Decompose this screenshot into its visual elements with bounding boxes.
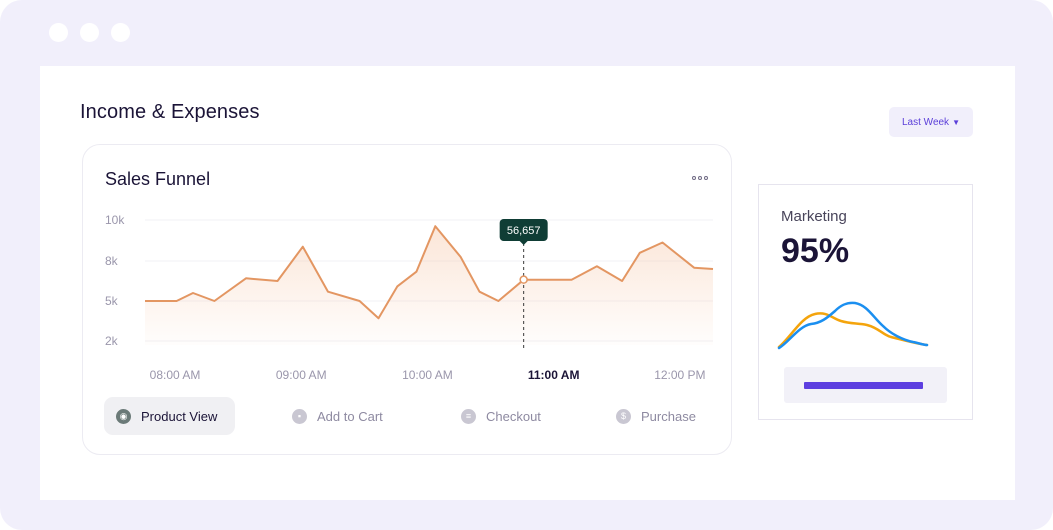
receipt-icon: ≡	[461, 408, 476, 424]
legend-product-view[interactable]: ◉ Product View	[104, 397, 235, 435]
x-tick-label: 12:00 PM	[654, 368, 705, 382]
y-tick-label: 5k	[105, 294, 119, 308]
dashboard-panel: Income & Expenses Last Week ▼ Sales Funn…	[40, 66, 1015, 500]
window-dot-2	[80, 23, 99, 42]
series-area	[145, 226, 713, 345]
orange-curve	[777, 312, 929, 349]
y-tick-label: 8k	[105, 254, 119, 268]
y-tick-label: 2k	[105, 334, 119, 348]
tooltip-point	[519, 275, 528, 284]
legend-checkout[interactable]: ≡ Checkout	[461, 397, 541, 435]
legend-label: Product View	[141, 408, 218, 424]
legend-label: Purchase	[641, 408, 696, 424]
caret-down-icon: ▼	[952, 117, 960, 127]
browser-window: Income & Expenses Last Week ▼ Sales Funn…	[0, 0, 1053, 530]
eye-icon: ◉	[116, 408, 131, 424]
x-tick-label: 08:00 AM	[150, 368, 201, 382]
legend-label: Add to Cart	[317, 408, 383, 424]
tooltip-value: 56,657	[507, 225, 541, 237]
window-dot-1	[49, 23, 68, 42]
marketing-progress-track	[784, 367, 947, 403]
x-tick-label: 09:00 AM	[276, 368, 327, 382]
y-tick-label: 10k	[105, 213, 125, 227]
marketing-sparkline	[777, 301, 929, 350]
x-tick-label: 10:00 AM	[402, 368, 453, 382]
legend-add-to-cart[interactable]: ▪ Add to Cart	[292, 397, 383, 435]
bag-icon: ▪	[292, 408, 307, 424]
marketing-card: Marketing 95%	[758, 184, 973, 420]
dollar-icon: $	[616, 408, 631, 424]
page-title: Income & Expenses	[80, 101, 260, 123]
sales-funnel-card: Sales Funnel 10k 8k 5k 2k 08:00 AM 09:00 AM 10…	[82, 144, 732, 455]
marketing-progress-fill	[804, 382, 923, 389]
legend-label: Checkout	[486, 408, 541, 424]
x-tick-label: 11:00 AM	[528, 368, 580, 382]
sales-funnel-chart: 10k 8k 5k 2k 08:00 AM 09:00 AM 10:00 AM 11:00 A…	[105, 213, 714, 382]
tooltip-pointer	[519, 241, 528, 245]
legend-purchase[interactable]: $ Purchase	[616, 397, 696, 435]
range-label: Last Week	[902, 116, 950, 128]
range-dropdown-button[interactable]: Last Week ▼	[889, 107, 973, 137]
window-dot-3	[111, 23, 130, 42]
